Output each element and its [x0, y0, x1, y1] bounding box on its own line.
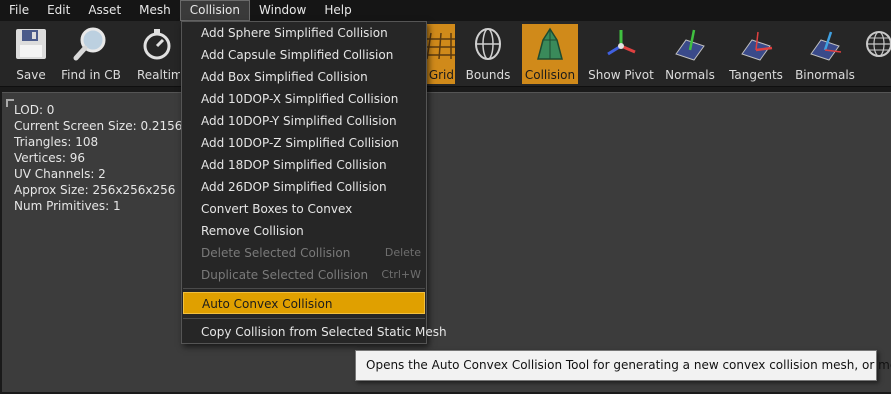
- binormals-button[interactable]: Binormals: [794, 24, 856, 84]
- menu-item-remove-collision[interactable]: Remove Collision: [183, 220, 425, 242]
- bounds-icon: [468, 24, 508, 64]
- shortcut-label: Ctrl+W: [381, 268, 421, 281]
- menu-item-add-capsule[interactable]: Add Capsule Simplified Collision: [183, 44, 425, 66]
- menu-item-add-10dop-z[interactable]: Add 10DOP-Z Simplified Collision: [183, 132, 425, 154]
- wire-sphere-icon: [862, 24, 891, 64]
- stat-num-primitives: Num Primitives: 1: [14, 199, 121, 213]
- menu-asset[interactable]: Asset: [79, 0, 130, 21]
- menu-bar: File Edit Asset Mesh Collision Window He…: [0, 0, 891, 21]
- uv-sphere-button[interactable]: [862, 24, 891, 84]
- menu-item-auto-convex[interactable]: Auto Convex Collision: [183, 292, 425, 314]
- menu-item-add-sphere[interactable]: Add Sphere Simplified Collision: [183, 22, 425, 44]
- viewport-corner-marker: [6, 99, 14, 107]
- menu-help[interactable]: Help: [315, 0, 360, 21]
- realtime-button[interactable]: Realtime: [134, 24, 180, 84]
- floppy-disk-icon: [11, 24, 51, 64]
- menu-item-add-10dop-y[interactable]: Add 10DOP-Y Simplified Collision: [183, 110, 425, 132]
- show-pivot-button[interactable]: Show Pivot: [588, 24, 654, 84]
- normals-button[interactable]: Normals: [664, 24, 716, 84]
- menu-item-add-18dop[interactable]: Add 18DOP Simplified Collision: [183, 154, 425, 176]
- stat-uv-channels: UV Channels: 2: [14, 167, 106, 181]
- menu-item-add-10dop-x[interactable]: Add 10DOP-X Simplified Collision: [183, 88, 425, 110]
- menu-edit[interactable]: Edit: [38, 0, 79, 21]
- menu-separator: [183, 288, 425, 289]
- stopwatch-icon: [137, 24, 177, 64]
- stat-screen-size: Current Screen Size: 0.21561: [14, 119, 191, 133]
- menu-collision[interactable]: Collision: [179, 0, 251, 21]
- tangents-icon: [736, 24, 776, 64]
- bounds-button[interactable]: Bounds: [462, 24, 514, 84]
- shortcut-label: Delete: [384, 246, 421, 259]
- mesh-viewport[interactable]: LOD: 0 Current Screen Size: 0.21561 Tria…: [2, 92, 891, 392]
- menu-item-duplicate-selected[interactable]: Duplicate Selected Collision Ctrl+W: [183, 264, 425, 286]
- normals-icon: [670, 24, 710, 64]
- collision-icon: [530, 24, 570, 64]
- menu-separator: [183, 318, 425, 319]
- menu-item-add-box[interactable]: Add Box Simplified Collision: [183, 66, 425, 88]
- pivot-axes-icon: [601, 24, 641, 64]
- menu-item-label: Delete Selected Collision: [201, 246, 351, 260]
- collision-button[interactable]: Collision: [522, 24, 578, 84]
- menu-mesh[interactable]: Mesh: [130, 0, 180, 21]
- menu-file[interactable]: File: [0, 0, 38, 21]
- tooltip: Opens the Auto Convex Collision Tool for…: [355, 350, 891, 381]
- toolbar: Save Find in CB Realtime Grid Bounds Col…: [0, 21, 891, 87]
- binormals-icon: [805, 24, 845, 64]
- menu-item-delete-selected[interactable]: Delete Selected Collision Delete: [183, 242, 425, 264]
- stat-triangles: Triangles: 108: [14, 135, 99, 149]
- grid-button[interactable]: Grid: [427, 24, 455, 84]
- collision-dropdown-menu: Add Sphere Simplified Collision Add Caps…: [181, 21, 447, 344]
- grid-icon: [427, 24, 455, 64]
- menu-item-convert-boxes[interactable]: Convert Boxes to Convex: [183, 198, 425, 220]
- tangents-button[interactable]: Tangents: [728, 24, 784, 84]
- save-button[interactable]: Save: [8, 24, 54, 84]
- menu-window[interactable]: Window: [250, 0, 315, 21]
- menu-item-add-26dop[interactable]: Add 26DOP Simplified Collision: [183, 176, 425, 198]
- menu-item-label: Duplicate Selected Collision: [201, 268, 369, 282]
- menu-item-copy-collision[interactable]: Copy Collision from Selected Static Mesh: [183, 321, 447, 343]
- magnifier-icon: [71, 24, 111, 64]
- stat-lod: LOD: 0: [14, 103, 55, 117]
- viewport-stats: LOD: 0 Current Screen Size: 0.21561 Tria…: [14, 102, 190, 214]
- find-in-cb-button[interactable]: Find in CB: [60, 24, 122, 84]
- stat-vertices: Vertices: 96: [14, 151, 85, 165]
- stat-approx-size: Approx Size: 256x256x256: [14, 183, 176, 197]
